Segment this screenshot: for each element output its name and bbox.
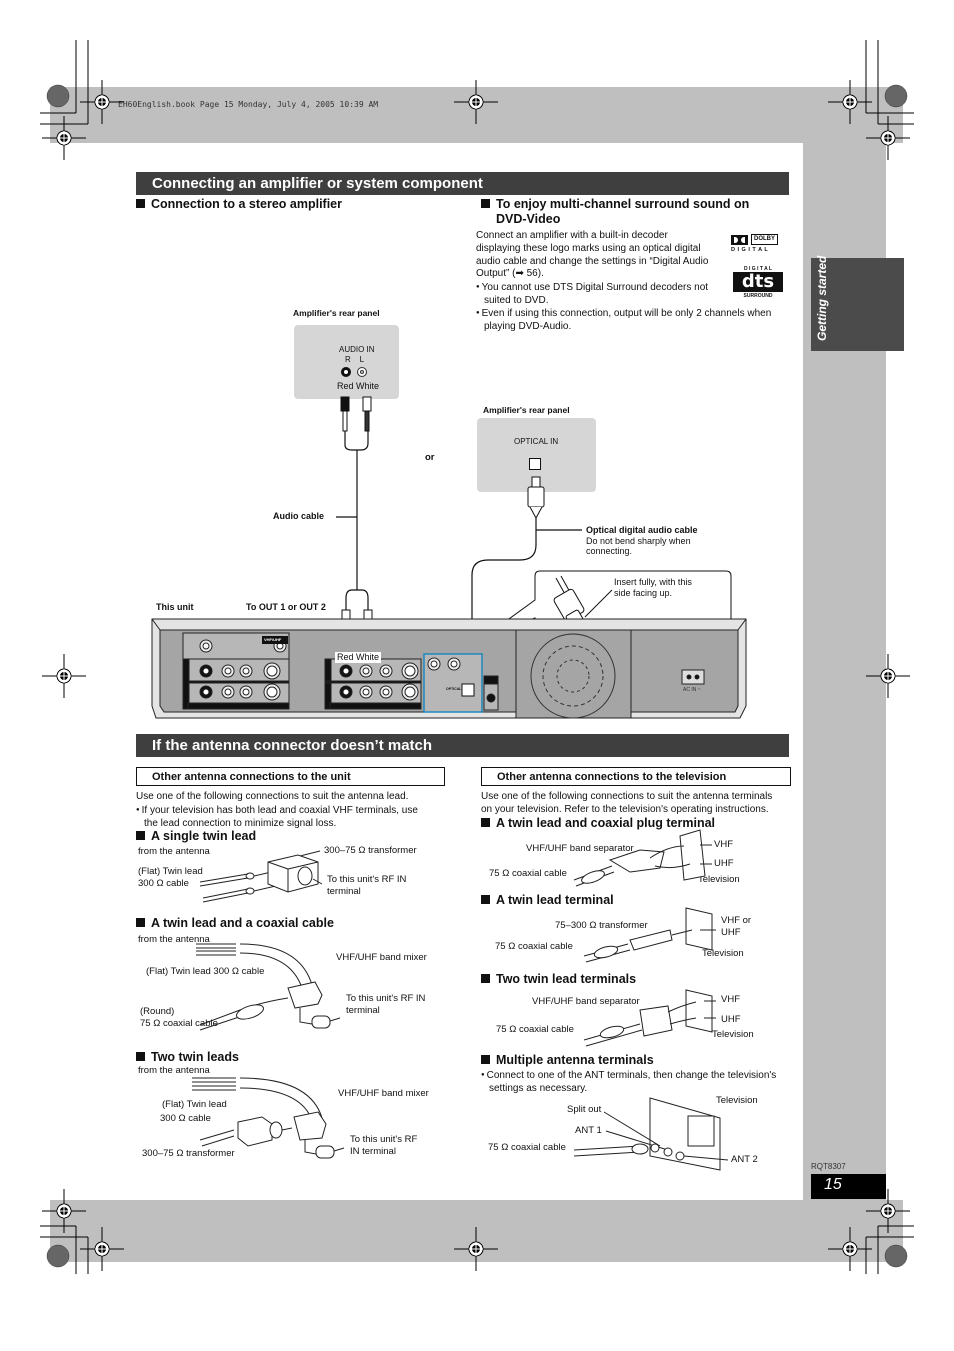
twin-lead-coax-diagram	[196, 943, 341, 1031]
antenna-diagrams	[192, 829, 729, 1171]
two-twin-lead-terminals-diagram	[583, 989, 716, 1047]
multiple-antenna-terminals-diagram	[573, 1097, 729, 1171]
two-twin-leads-diagram	[192, 1077, 345, 1159]
single-twin-lead-diagram	[199, 850, 323, 903]
twin-lead-coax-plug-diagram	[573, 829, 712, 887]
twin-lead-terminal-diagram	[583, 907, 716, 963]
